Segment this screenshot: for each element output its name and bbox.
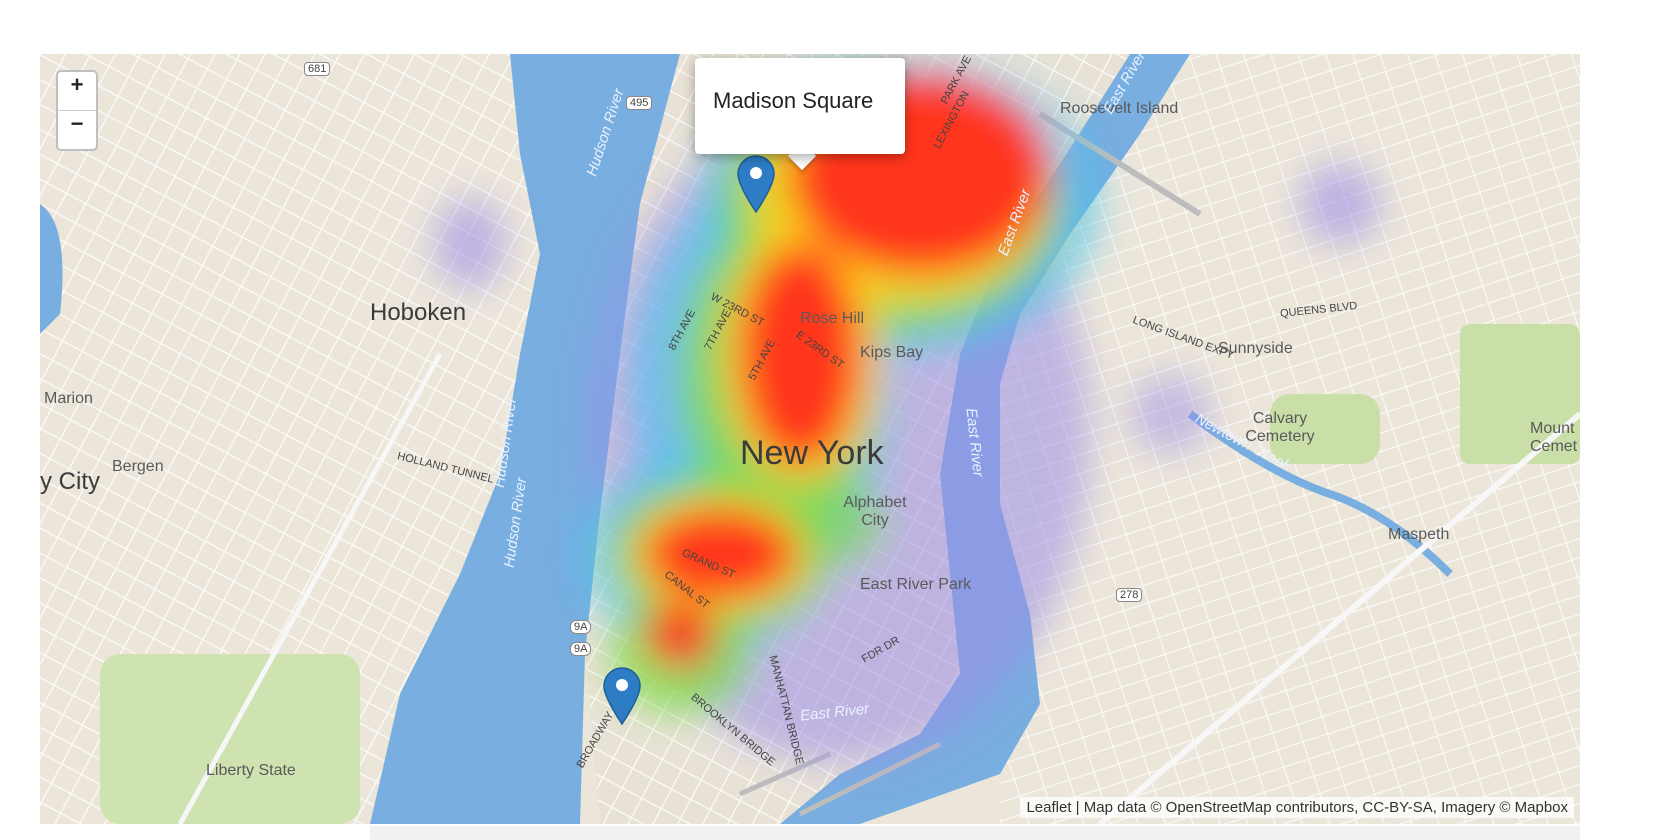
marker-popup: Madison Square xyxy=(695,58,905,154)
popup-text: Madison Square xyxy=(713,88,874,113)
place-label-mount-cemetery: Mount Cemet xyxy=(1530,420,1578,455)
bottom-divider xyxy=(370,826,1580,840)
map-container[interactable]: Hoboken New York Bergen y City Marion Su… xyxy=(40,54,1580,824)
place-label-new-york: New York xyxy=(740,434,884,472)
place-label-rose-hill: Rose Hill xyxy=(800,310,865,327)
map-attribution: Leaflet | Map data © OpenStreetMap contr… xyxy=(1020,797,1574,818)
place-label-hoboken: Hoboken xyxy=(370,299,467,326)
place-label-alphabet-city: Alphabet City xyxy=(843,494,907,529)
map-marker-financial-district[interactable] xyxy=(602,666,642,726)
route-shield: 278 xyxy=(1116,588,1143,602)
place-label-marion: Marion xyxy=(44,390,93,407)
place-label-city: y City xyxy=(40,468,100,495)
route-shield: 681 xyxy=(304,62,331,76)
route-shield: 495 xyxy=(626,96,653,110)
park xyxy=(100,654,360,824)
zoom-in-button[interactable]: + xyxy=(58,72,96,110)
zoom-control: + − xyxy=(56,70,98,151)
map-pin-icon xyxy=(737,155,775,214)
place-label-east-river-park: East River Park xyxy=(860,576,972,593)
place-label-bergen: Bergen xyxy=(112,458,164,475)
zoom-out-button[interactable]: − xyxy=(58,110,96,149)
route-shield: 9A xyxy=(570,620,592,634)
map-pin-icon xyxy=(603,667,641,726)
route-shield: 9A xyxy=(570,642,592,656)
place-label-liberty-state: Liberty State xyxy=(206,762,296,779)
place-label-kips-bay: Kips Bay xyxy=(860,344,924,361)
map-marker-madison-square[interactable] xyxy=(736,154,776,214)
place-label-maspeth: Maspeth xyxy=(1388,526,1450,543)
